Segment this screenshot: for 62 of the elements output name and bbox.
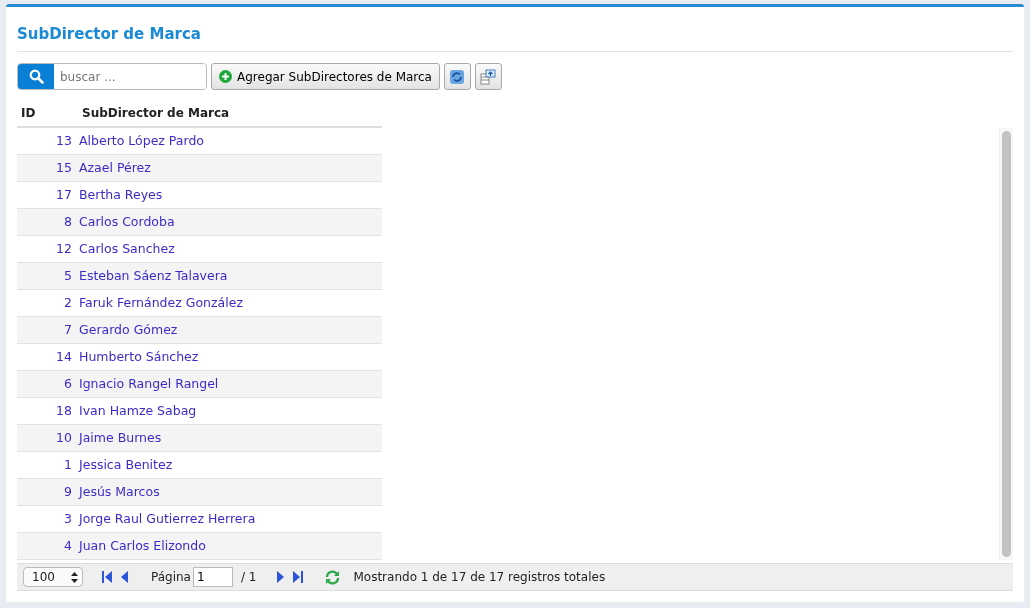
name-link[interactable]: Gerardo Gómez <box>79 320 178 340</box>
id-cell-text: 15 <box>55 158 73 177</box>
refresh-icon <box>449 68 466 85</box>
name-link[interactable]: Ivan Hamze Sabag <box>79 401 197 421</box>
id-cell-text: 12 <box>55 239 73 258</box>
name-link[interactable]: Jaime Burnes <box>79 428 162 448</box>
scrollbar-thumb[interactable] <box>1002 131 1011 557</box>
id-cell-text: 13 <box>55 131 73 150</box>
name-link[interactable]: Esteban Sáenz Talavera <box>79 266 228 286</box>
name-link[interactable]: Bertha Reyes <box>79 185 163 205</box>
id-cell-text: 2 <box>63 293 73 312</box>
page-input[interactable]: 1 <box>192 567 233 587</box>
id-cell-text: 1 <box>63 455 73 474</box>
stepper-arrows-icon <box>71 571 78 583</box>
table-row[interactable]: 9 Jesús Marcos <box>17 479 382 506</box>
table-row[interactable]: 15 Azael Pérez <box>17 155 382 182</box>
name-link[interactable]: Faruk Fernández González <box>79 293 243 313</box>
search-field[interactable]: buscar ... <box>17 63 207 90</box>
id-cell-text: 7 <box>63 320 73 339</box>
page-total: / 1 <box>240 569 257 586</box>
name-link[interactable]: Juan Carlos Elizondo <box>79 536 206 556</box>
add-button[interactable]: Agregar SubDirectores de Marca <box>211 63 440 90</box>
table-export-icon <box>480 68 497 85</box>
table-row[interactable]: 5 Esteban Sáenz Talavera <box>17 263 382 290</box>
name-link[interactable]: Jessica Benitez <box>79 455 173 475</box>
table-row[interactable]: 8 Carlos Cordoba <box>17 209 382 236</box>
id-cell-text: 9 <box>63 482 73 501</box>
id-cell-text: 8 <box>63 212 73 231</box>
plus-icon <box>219 70 232 83</box>
next-page-icon[interactable] <box>276 571 285 583</box>
previous-page-icon[interactable] <box>121 571 129 583</box>
id-cell-text: 17 <box>55 185 73 204</box>
last-page-icon[interactable] <box>292 571 305 583</box>
name-link[interactable]: Jorge Raul Gutierrez Herrera <box>79 509 256 529</box>
table-row[interactable]: 4 Juan Carlos Elizondo <box>17 533 382 560</box>
name-link[interactable]: Alberto López Pardo <box>79 131 204 151</box>
id-cell-text: 14 <box>55 347 73 366</box>
column-header[interactable]: ID <box>17 104 82 122</box>
first-page-icon[interactable] <box>101 571 113 583</box>
table-row[interactable]: 6 Ignacio Rangel Rangel <box>17 371 382 398</box>
id-cell-text: 3 <box>63 509 73 528</box>
records-status: Mostrando 1 de 17 de 17 registros totales <box>353 569 606 586</box>
name-link[interactable]: Ignacio Rangel Rangel <box>79 374 219 394</box>
id-cell-text: 5 <box>63 266 73 285</box>
id-cell-text: 10 <box>55 428 73 447</box>
name-link[interactable]: Carlos Sanchez <box>79 239 175 259</box>
page-size-select[interactable]: 100 <box>23 567 83 587</box>
name-link[interactable]: Carlos Cordoba <box>79 212 175 232</box>
page-label: Página <box>151 569 191 586</box>
column-header[interactable]: SubDirector de Marca <box>82 104 230 122</box>
id-cell-text: 4 <box>63 536 73 555</box>
name-link[interactable]: Azael Pérez <box>79 158 151 178</box>
table-row[interactable]: 7 Gerardo Gómez <box>17 317 382 344</box>
name-link[interactable]: Jesús Marcos <box>79 482 160 502</box>
panel-title: SubDirector de Marca <box>17 25 1013 52</box>
refresh-button[interactable] <box>444 63 471 90</box>
table-row[interactable]: 10 Jaime Burnes <box>17 425 382 452</box>
refresh-icon[interactable] <box>324 569 342 585</box>
id-cell-text: 18 <box>55 401 73 420</box>
id-cell-text: 6 <box>63 374 73 393</box>
name-link[interactable]: Humberto Sánchez <box>79 347 199 367</box>
search-icon <box>28 69 44 84</box>
